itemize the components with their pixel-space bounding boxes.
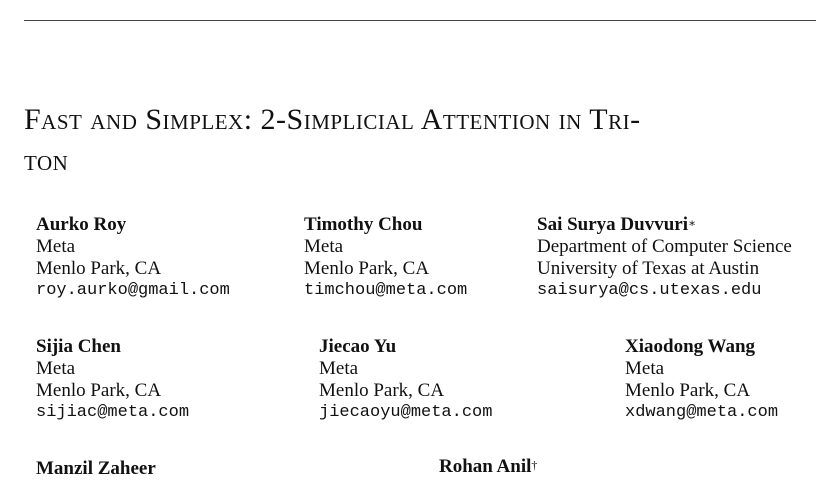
header-rule — [24, 20, 816, 21]
author-affiliation: Meta — [304, 236, 344, 257]
author-name: Manzil Zaheer — [36, 458, 156, 479]
author-location: University of Texas at Austin — [537, 258, 760, 279]
author-name: Timothy Chou — [304, 214, 423, 235]
author-location: Menlo Park, CA — [36, 258, 162, 279]
title-line-2: ton — [24, 144, 69, 177]
author-email: jiecaoyu@meta.com — [319, 403, 493, 422]
author-block: Timothy Chou Meta Menlo Park, CA timchou… — [304, 214, 467, 302]
author-name: Rohan Anil† — [439, 456, 538, 477]
author-affiliation: Meta — [36, 358, 76, 379]
author-block: Sijia Chen Meta Menlo Park, CA sijiac@me… — [36, 336, 189, 424]
author-block: Jiecao Yu Meta Menlo Park, CA jiecaoyu@m… — [319, 336, 492, 424]
author-email: timchou@meta.com — [304, 281, 468, 300]
author-name: Sijia Chen — [36, 336, 121, 357]
paper-title: Fast and Simplex: 2-Simplicial Attention… — [24, 99, 824, 181]
author-email: sijiac@meta.com — [36, 403, 190, 422]
author-affiliation: Department of Computer Science — [537, 236, 792, 257]
author-name: Aurko Roy — [36, 214, 127, 235]
author-block: Manzil Zaheer — [36, 458, 156, 480]
author-email: roy.aurko@gmail.com — [36, 281, 230, 300]
author-email: saisurya@cs.utexas.edu — [537, 281, 762, 300]
author-affiliation: Meta — [36, 236, 76, 257]
author-name: Xiaodong Wang — [625, 336, 756, 357]
author-affiliation: Meta — [625, 358, 665, 379]
author-location: Menlo Park, CA — [304, 258, 430, 279]
author-location: Menlo Park, CA — [625, 380, 751, 401]
author-name: Sai Surya Duvvuri∗ — [537, 214, 697, 235]
author-location: Menlo Park, CA — [36, 380, 162, 401]
author-block: Rohan Anil† — [439, 456, 537, 478]
author-block: Aurko Roy Meta Menlo Park, CA roy.aurko@… — [36, 214, 230, 302]
author-name: Jiecao Yu — [319, 336, 397, 357]
author-block: Xiaodong Wang Meta Menlo Park, CA xdwang… — [625, 336, 778, 424]
title-line-1: Fast and Simplex: 2-Simplicial Attention… — [24, 103, 641, 136]
footnote-mark: ∗ — [687, 216, 697, 230]
author-email: xdwang@meta.com — [625, 403, 779, 422]
author-location: Menlo Park, CA — [319, 380, 445, 401]
author-block: Sai Surya Duvvuri∗ Department of Compute… — [537, 214, 792, 302]
author-affiliation: Meta — [319, 358, 359, 379]
footnote-mark: † — [531, 458, 538, 472]
